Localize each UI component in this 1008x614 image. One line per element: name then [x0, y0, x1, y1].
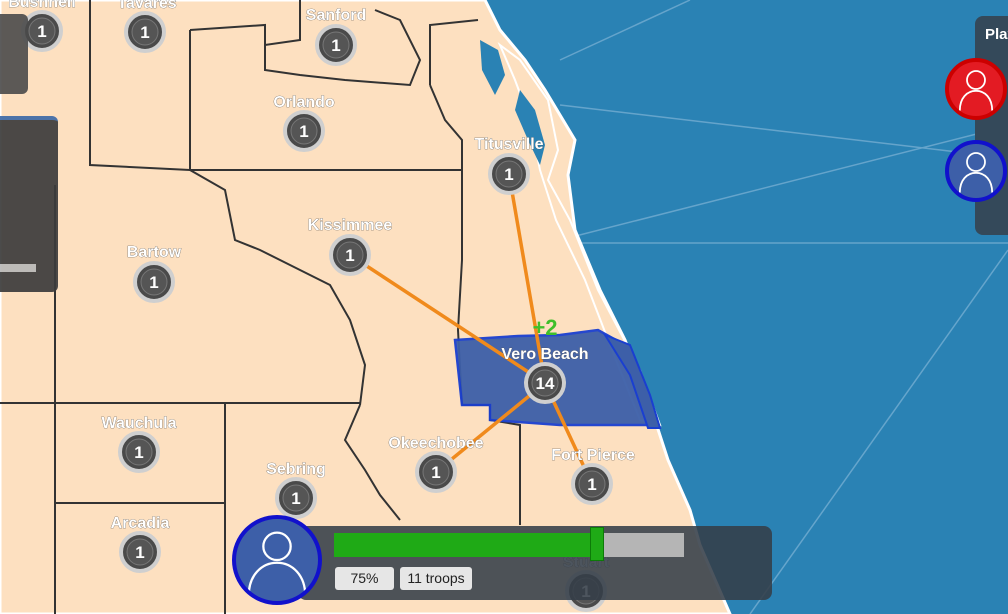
territory-name: Arcadia [111, 515, 170, 532]
territory-name: Bartow [127, 244, 182, 261]
player-avatar-blue[interactable] [945, 140, 1007, 202]
territory-name: Okeechobee [388, 435, 483, 452]
troop-count: 1 [504, 165, 513, 184]
troop-slider-fill [334, 533, 597, 557]
player-avatar-red[interactable] [945, 58, 1007, 120]
territory-name: Sanford [306, 7, 366, 24]
troop-slider[interactable] [334, 527, 684, 561]
left-panel-bar [0, 264, 36, 272]
territory-name: Sebring [266, 461, 326, 478]
territory-name: Bushnell [8, 0, 76, 11]
user-silhouette-icon [958, 152, 994, 193]
user-silhouette-icon [247, 531, 307, 596]
troop-count-label: 11 troops [400, 567, 472, 590]
troop-percent-label: 75% [335, 567, 394, 590]
troop-count: 1 [135, 543, 144, 562]
troop-count: 1 [149, 273, 158, 292]
reinforcement-bonus: +2 [532, 315, 557, 340]
territory-name: Kissimmee [308, 217, 393, 234]
troop-count: 1 [37, 22, 46, 41]
players-panel-title: Play [985, 26, 1008, 43]
troop-count: 1 [134, 443, 143, 462]
troop-count: 1 [345, 246, 354, 265]
user-silhouette-icon [958, 70, 994, 111]
troop-count: 1 [587, 475, 596, 494]
territory-name: Fort Pierce [551, 447, 635, 464]
troop-count: 1 [431, 463, 440, 482]
players-panel: Play [975, 16, 1008, 235]
troop-count: 1 [291, 489, 300, 508]
game-map[interactable]: Bushnell 1 Tavares 1 Sanford 1 Orlando 1 Titusvi… [0, 0, 1008, 614]
territory-name: Titusville [474, 136, 543, 153]
left-side-panel [0, 116, 58, 292]
left-side-panel-top [0, 14, 28, 94]
territory-name: Tavares [117, 0, 176, 12]
territory-name: Orlando [273, 94, 335, 111]
troop-count: 1 [299, 122, 308, 141]
territory-name: Wauchula [102, 415, 177, 432]
territory-name: Vero Beach [501, 346, 588, 363]
troop-slider-handle[interactable] [589, 527, 604, 561]
troop-count: 1 [331, 36, 340, 55]
current-player-avatar [232, 515, 322, 605]
troop-count: 1 [140, 23, 149, 42]
troop-count: 14 [536, 374, 555, 393]
